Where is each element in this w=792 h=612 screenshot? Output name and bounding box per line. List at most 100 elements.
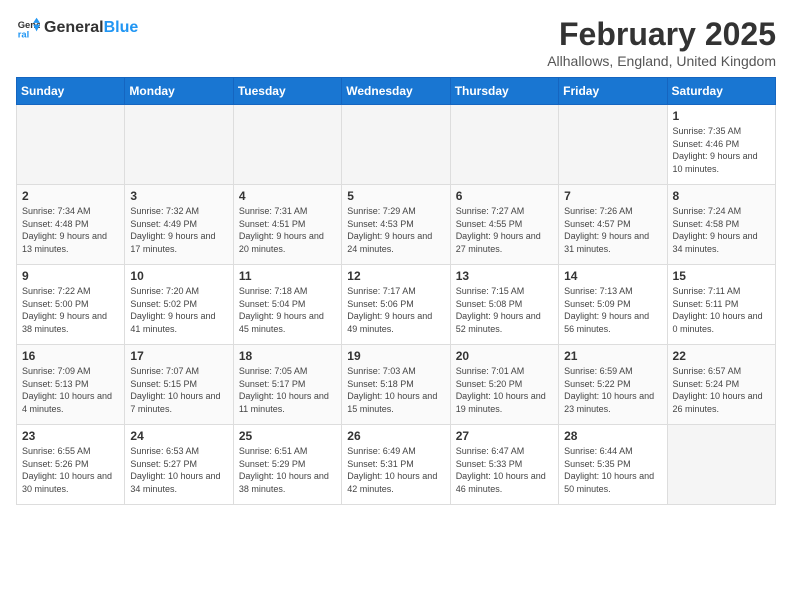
calendar-cell: 5 Sunrise: 7:29 AMSunset: 4:53 PMDaylight… xyxy=(342,185,450,265)
svg-text:ral: ral xyxy=(18,28,30,39)
calendar-cell: 4Sunrise: 7:31 AMSunset: 4:51 PMDaylight… xyxy=(233,185,341,265)
calendar-cell: 20 Sunrise: 7:01 AMSunset: 5:20 PMDayligh… xyxy=(450,345,558,425)
calendar-cell: 10 Sunrise: 7:20 AMSunset: 5:02 PMDayligh… xyxy=(125,265,233,345)
calendar-week-row: 16 Sunrise: 7:09 AMSunset: 5:13 PMDayligh… xyxy=(17,345,776,425)
page-header: Gene ral GeneralBlue February 2025 Allha… xyxy=(16,16,776,69)
calendar-cell: 28 Sunrise: 6:44 AMSunset: 5:35 PMDayligh… xyxy=(559,425,667,505)
calendar-cell: 11Sunrise: 7:18 AMSunset: 5:04 PMDayligh… xyxy=(233,265,341,345)
day-number: 10 xyxy=(130,269,227,283)
day-number: 24 xyxy=(130,429,227,443)
day-info: Sunrise: 6:51 AMSunset: 5:29 PMDaylight:… xyxy=(239,445,336,495)
calendar-cell xyxy=(559,105,667,185)
day-info: Sunrise: 7:29 AMSunset: 4:53 PMDaylight:… xyxy=(347,205,444,255)
weekday-header: Sunday xyxy=(17,78,125,105)
day-number: 13 xyxy=(456,269,553,283)
day-info: Sunrise: 7:03 AMSunset: 5:18 PMDaylight:… xyxy=(347,365,444,415)
calendar-cell xyxy=(667,425,775,505)
day-number: 1 xyxy=(673,109,770,123)
day-info: Sunrise: 6:53 AMSunset: 5:27 PMDaylight:… xyxy=(130,445,227,495)
calendar-cell: 2 Sunrise: 7:34 AMSunset: 4:48 PMDaylight… xyxy=(17,185,125,265)
location: Allhallows, England, United Kingdom xyxy=(547,53,776,69)
day-info: Sunrise: 6:59 AMSunset: 5:22 PMDaylight:… xyxy=(564,365,661,415)
day-number: 18 xyxy=(239,349,336,363)
day-info: Sunrise: 7:32 AMSunset: 4:49 PMDaylight:… xyxy=(130,205,227,255)
calendar-cell: 8 Sunrise: 7:24 AMSunset: 4:58 PMDaylight… xyxy=(667,185,775,265)
calendar-week-row: 1 Sunrise: 7:35 AMSunset: 4:46 PMDaylight… xyxy=(17,105,776,185)
calendar-cell: 24 Sunrise: 6:53 AMSunset: 5:27 PMDayligh… xyxy=(125,425,233,505)
day-number: 14 xyxy=(564,269,661,283)
day-info: Sunrise: 7:05 AMSunset: 5:17 PMDaylight:… xyxy=(239,365,336,415)
month-title: February 2025 xyxy=(547,16,776,53)
day-number: 27 xyxy=(456,429,553,443)
weekday-header: Monday xyxy=(125,78,233,105)
calendar-cell: 6 Sunrise: 7:27 AMSunset: 4:55 PMDaylight… xyxy=(450,185,558,265)
day-number: 12 xyxy=(347,269,444,283)
day-number: 5 xyxy=(347,189,444,203)
day-number: 25 xyxy=(239,429,336,443)
day-number: 3 xyxy=(130,189,227,203)
day-info: Sunrise: 7:20 AMSunset: 5:02 PMDaylight:… xyxy=(130,285,227,335)
day-info: Sunrise: 7:34 AMSunset: 4:48 PMDaylight:… xyxy=(22,205,119,255)
day-info: Sunrise: 7:27 AMSunset: 4:55 PMDaylight:… xyxy=(456,205,553,255)
calendar-week-row: 2 Sunrise: 7:34 AMSunset: 4:48 PMDaylight… xyxy=(17,185,776,265)
day-info: Sunrise: 7:15 AMSunset: 5:08 PMDaylight:… xyxy=(456,285,553,335)
calendar-cell: 12 Sunrise: 7:17 AMSunset: 5:06 PMDayligh… xyxy=(342,265,450,345)
calendar-cell: 14Sunrise: 7:13 AMSunset: 5:09 PMDayligh… xyxy=(559,265,667,345)
day-number: 15 xyxy=(673,269,770,283)
logo-icon: Gene ral xyxy=(16,16,40,40)
calendar-cell: 26 Sunrise: 6:49 AMSunset: 5:31 PMDayligh… xyxy=(342,425,450,505)
day-info: Sunrise: 7:18 AMSunset: 5:04 PMDaylight:… xyxy=(239,285,336,335)
calendar-cell: 17Sunrise: 7:07 AMSunset: 5:15 PMDayligh… xyxy=(125,345,233,425)
day-info: Sunrise: 7:31 AMSunset: 4:51 PMDaylight:… xyxy=(239,205,336,255)
day-number: 21 xyxy=(564,349,661,363)
day-info: Sunrise: 6:49 AMSunset: 5:31 PMDaylight:… xyxy=(347,445,444,495)
day-number: 6 xyxy=(456,189,553,203)
day-number: 23 xyxy=(22,429,119,443)
weekday-header-row: SundayMondayTuesdayWednesdayThursdayFrid… xyxy=(17,78,776,105)
day-number: 16 xyxy=(22,349,119,363)
calendar-cell: 16 Sunrise: 7:09 AMSunset: 5:13 PMDayligh… xyxy=(17,345,125,425)
day-number: 2 xyxy=(22,189,119,203)
day-info: Sunrise: 7:35 AMSunset: 4:46 PMDaylight:… xyxy=(673,125,770,175)
calendar-cell xyxy=(17,105,125,185)
day-info: Sunrise: 7:11 AMSunset: 5:11 PMDaylight:… xyxy=(673,285,770,335)
logo: Gene ral GeneralBlue xyxy=(16,16,138,40)
day-number: 19 xyxy=(347,349,444,363)
calendar-cell: 7Sunrise: 7:26 AMSunset: 4:57 PMDaylight… xyxy=(559,185,667,265)
day-number: 28 xyxy=(564,429,661,443)
calendar-cell: 22Sunrise: 6:57 AMSunset: 5:24 PMDayligh… xyxy=(667,345,775,425)
calendar-cell: 13 Sunrise: 7:15 AMSunset: 5:08 PMDayligh… xyxy=(450,265,558,345)
day-number: 26 xyxy=(347,429,444,443)
weekday-header: Friday xyxy=(559,78,667,105)
calendar-cell: 19 Sunrise: 7:03 AMSunset: 5:18 PMDayligh… xyxy=(342,345,450,425)
day-number: 22 xyxy=(673,349,770,363)
logo-blue: Blue xyxy=(104,19,139,37)
logo-general: General xyxy=(44,19,104,37)
day-info: Sunrise: 6:55 AMSunset: 5:26 PMDaylight:… xyxy=(22,445,119,495)
calendar-cell: 25 Sunrise: 6:51 AMSunset: 5:29 PMDayligh… xyxy=(233,425,341,505)
calendar-cell xyxy=(125,105,233,185)
calendar-cell: 27Sunrise: 6:47 AMSunset: 5:33 PMDayligh… xyxy=(450,425,558,505)
calendar-cell xyxy=(233,105,341,185)
calendar-cell xyxy=(342,105,450,185)
calendar-week-row: 23 Sunrise: 6:55 AMSunset: 5:26 PMDayligh… xyxy=(17,425,776,505)
day-number: 8 xyxy=(673,189,770,203)
day-info: Sunrise: 7:01 AMSunset: 5:20 PMDaylight:… xyxy=(456,365,553,415)
day-info: Sunrise: 6:44 AMSunset: 5:35 PMDaylight:… xyxy=(564,445,661,495)
day-info: Sunrise: 7:22 AMSunset: 5:00 PMDaylight:… xyxy=(22,285,119,335)
day-number: 20 xyxy=(456,349,553,363)
calendar-week-row: 9 Sunrise: 7:22 AMSunset: 5:00 PMDaylight… xyxy=(17,265,776,345)
calendar-cell: 18 Sunrise: 7:05 AMSunset: 5:17 PMDayligh… xyxy=(233,345,341,425)
day-info: Sunrise: 7:09 AMSunset: 5:13 PMDaylight:… xyxy=(22,365,119,415)
day-number: 9 xyxy=(22,269,119,283)
day-info: Sunrise: 7:17 AMSunset: 5:06 PMDaylight:… xyxy=(347,285,444,335)
weekday-header: Saturday xyxy=(667,78,775,105)
day-info: Sunrise: 7:24 AMSunset: 4:58 PMDaylight:… xyxy=(673,205,770,255)
calendar-cell: 15 Sunrise: 7:11 AMSunset: 5:11 PMDayligh… xyxy=(667,265,775,345)
weekday-header: Thursday xyxy=(450,78,558,105)
calendar-cell: 1 Sunrise: 7:35 AMSunset: 4:46 PMDaylight… xyxy=(667,105,775,185)
day-number: 17 xyxy=(130,349,227,363)
calendar-cell: 23 Sunrise: 6:55 AMSunset: 5:26 PMDayligh… xyxy=(17,425,125,505)
title-block: February 2025 Allhallows, England, Unite… xyxy=(547,16,776,69)
weekday-header: Wednesday xyxy=(342,78,450,105)
